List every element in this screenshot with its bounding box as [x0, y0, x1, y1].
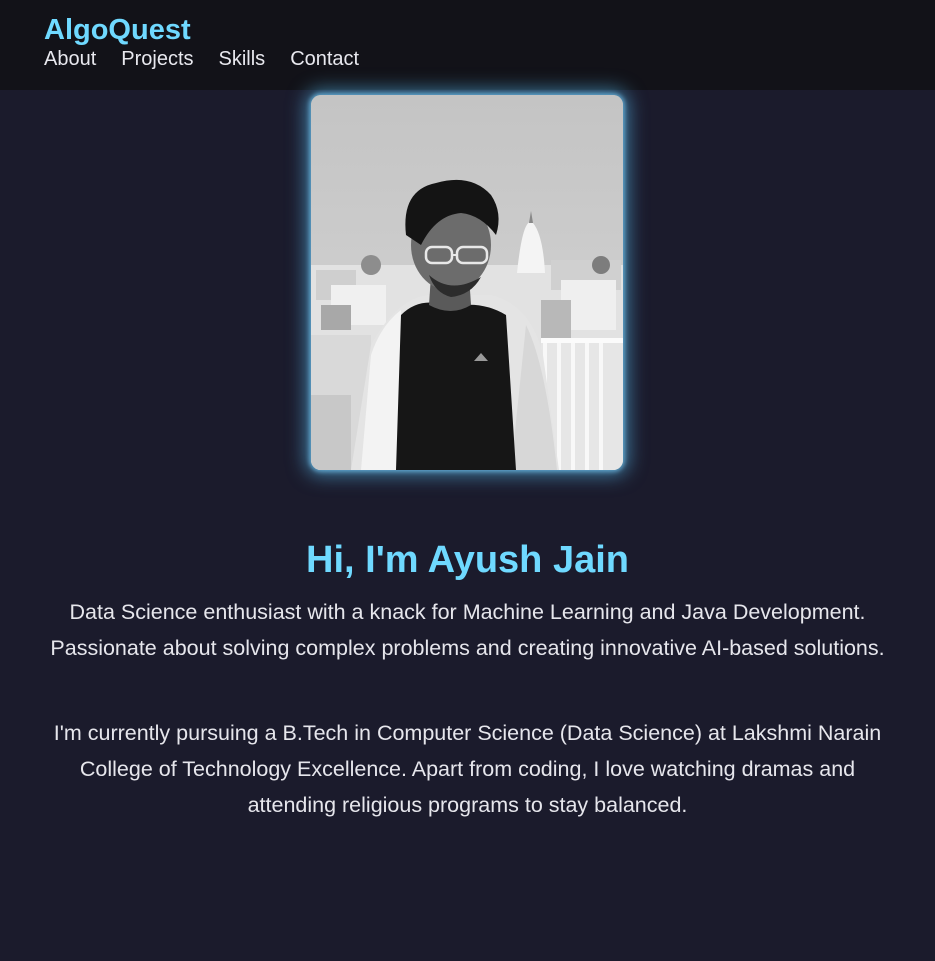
bio-paragraph: I'm currently pursuing a B.Tech in Compu…: [53, 721, 882, 817]
profile-photo: [311, 95, 623, 470]
intro-paragraph: Data Science enthusiast with a knack for…: [50, 600, 885, 660]
nav-link-skills[interactable]: Skills: [219, 47, 266, 71]
hero-title: Hi, I'm Ayush Jain: [306, 539, 629, 581]
nav-link-contact[interactable]: Contact: [290, 47, 359, 71]
profile-photo-image: [311, 95, 623, 470]
brand-logo[interactable]: AlgoQuest: [44, 13, 191, 47]
main-nav: About Projects Skills Contact: [44, 47, 384, 71]
nav-link-projects[interactable]: Projects: [121, 47, 193, 71]
nav-link-about[interactable]: About: [44, 47, 96, 71]
site-header: AlgoQuest About Projects Skills Contact: [0, 0, 935, 90]
